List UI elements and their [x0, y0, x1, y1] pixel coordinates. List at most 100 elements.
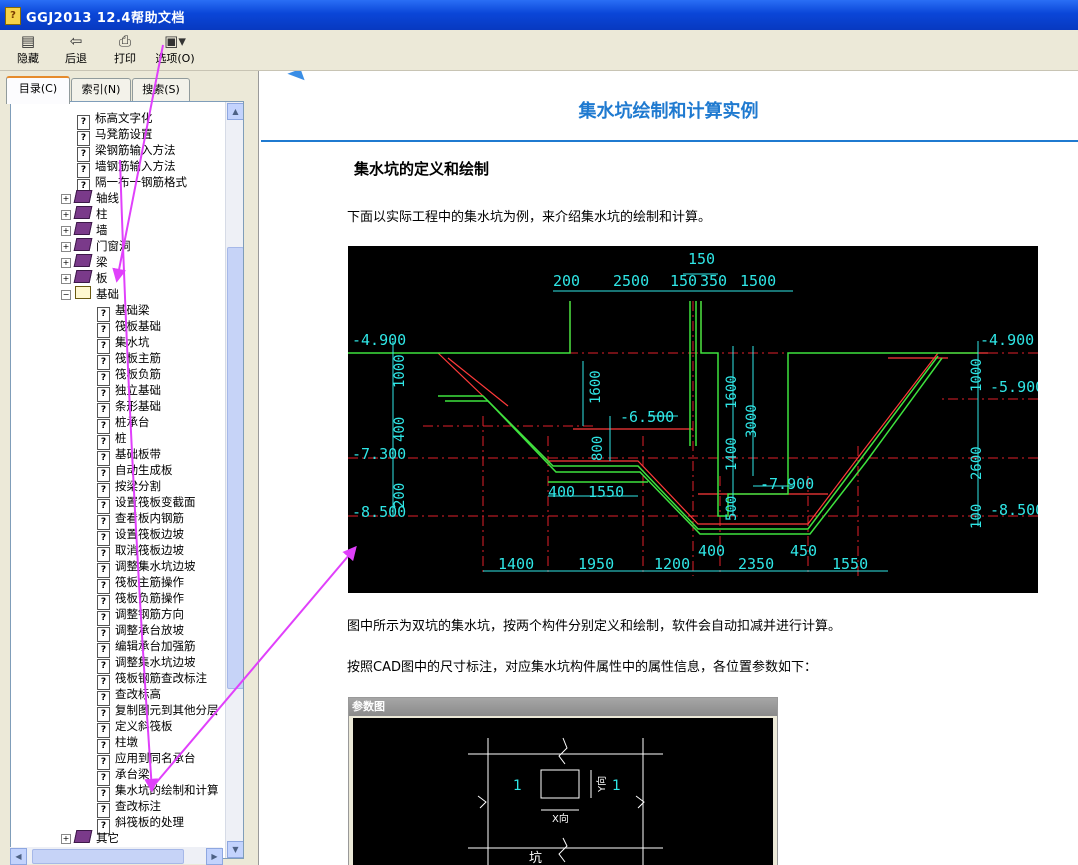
- cad-level-label: -7.900: [760, 475, 814, 493]
- printer-icon: ⎙: [118, 32, 131, 50]
- cad-labels: 150 200 2500 150 350 1500 -4.900 -7.300 …: [352, 250, 1044, 573]
- cad-dim-label: 200: [553, 272, 580, 290]
- expand-icon[interactable]: +: [61, 210, 71, 220]
- cad-level-label: -7.300: [352, 445, 406, 463]
- tree-item[interactable]: ? 查看板内钢筋: [97, 510, 184, 530]
- tab-index[interactable]: 索引(N): [71, 78, 131, 101]
- tree-item[interactable]: ? 桩承台: [97, 414, 150, 434]
- tree-item[interactable]: + 板: [61, 270, 108, 286]
- tree-item[interactable]: ? 标高文字化: [77, 110, 153, 130]
- tree-item[interactable]: ? 设置筏板边坡: [97, 526, 184, 546]
- tree-item[interactable]: ? 取消筏板边坡: [97, 542, 184, 562]
- tree-item[interactable]: ? 调整集水坑边坡: [97, 654, 196, 674]
- tree-item[interactable]: ? 设置筏板变截面: [97, 494, 196, 514]
- expand-icon[interactable]: +: [61, 194, 71, 204]
- tree-item[interactable]: ? 柱墩: [97, 734, 138, 754]
- expand-icon[interactable]: +: [61, 834, 71, 844]
- tree-item-label: 板: [96, 271, 108, 285]
- tree-item-label: 筏板主筋操作: [115, 575, 184, 589]
- print-button[interactable]: ⎙ 打印: [103, 32, 147, 68]
- tree-item[interactable]: ? 隔一布一钢筋格式: [77, 174, 187, 194]
- tab-search[interactable]: 搜索(S): [132, 78, 190, 101]
- tree-item[interactable]: ? 斜筏板的处理: [97, 814, 184, 834]
- cad-vdim-label: 1600: [588, 370, 604, 404]
- tree-item[interactable]: ? 集水坑的绘制和计算: [97, 782, 219, 802]
- expand-icon[interactable]: +: [61, 258, 71, 268]
- tree-item-label: 集水坑的绘制和计算: [115, 783, 219, 797]
- tree-item-label: 调整钢筋方向: [115, 607, 184, 621]
- toolbar: ▤ 隐藏 ⇦ 后退 ⎙ 打印 ▣▾ 选项(O): [0, 30, 1078, 71]
- tree-item-label: 调整集水坑边坡: [115, 559, 196, 573]
- tree-item[interactable]: ? 筏板主筋: [97, 350, 161, 370]
- tree-item[interactable]: + 墙: [61, 222, 108, 238]
- tree-item[interactable]: ? 调整承台放坡: [97, 622, 184, 642]
- tree-item-label: 定义斜筏板: [115, 719, 173, 733]
- tree-item-label: 门窗洞: [96, 239, 131, 253]
- tree-item[interactable]: ? 筏板负筋: [97, 366, 161, 386]
- options-icon: ▣▾: [164, 32, 186, 50]
- tree-item[interactable]: + 其它: [61, 830, 119, 846]
- x-direction-label: X向: [552, 812, 569, 825]
- tree-item[interactable]: ? 调整钢筋方向: [97, 606, 184, 626]
- tree-item[interactable]: ? 承台梁: [97, 766, 150, 786]
- parameter-diagram-svg: 1 1 X向 Y向 坑: [468, 737, 663, 865]
- tree-item[interactable]: ? 集水坑: [97, 334, 150, 354]
- tree-horizontal-scrollbar[interactable]: ◀ ▶: [10, 847, 223, 865]
- tree-item[interactable]: ? 按梁分割: [97, 478, 161, 498]
- tree-item-label: 取消筏板边坡: [115, 543, 184, 557]
- tree-item[interactable]: ? 基础板带: [97, 446, 161, 466]
- tree-item[interactable]: ? 筏板基础: [97, 318, 161, 338]
- scroll-right-icon[interactable]: ▶: [206, 848, 223, 865]
- back-button[interactable]: ⇦ 后退: [54, 32, 98, 68]
- tree-item[interactable]: + 门窗洞: [61, 238, 131, 254]
- scroll-down-icon[interactable]: ▼: [227, 841, 243, 858]
- scroll-up-icon[interactable]: ▲: [227, 103, 243, 120]
- tree-item[interactable]: ? 调整集水坑边坡: [97, 558, 196, 578]
- tree-item-label: 标高文字化: [95, 111, 153, 125]
- tree-item[interactable]: ? 筏板钢筋查改标注: [97, 670, 207, 690]
- tree-item[interactable]: ? 梁钢筋输入方法: [77, 142, 176, 162]
- tree-item[interactable]: ? 墙钢筋输入方法: [77, 158, 176, 178]
- tree-item[interactable]: ? 查改标注: [97, 798, 161, 818]
- description-paragraph-2: 按照CAD图中的尺寸标注，对应集水坑构件属性中的属性信息，各位置参数如下：: [347, 660, 817, 675]
- hide-button[interactable]: ▤ 隐藏: [6, 32, 50, 68]
- tree-item[interactable]: ? 复制图元到其他分层: [97, 702, 219, 722]
- tree-item[interactable]: ? 马凳筋设置: [77, 126, 153, 146]
- tree-item[interactable]: ? 基础梁: [97, 302, 150, 322]
- tree-item[interactable]: + 梁: [61, 254, 108, 270]
- expand-icon[interactable]: +: [61, 274, 71, 284]
- cad-vdim-label: 800: [590, 436, 606, 461]
- tree-item[interactable]: ? 编辑承台加强筋: [97, 638, 196, 658]
- tab-contents[interactable]: 目录(C): [6, 76, 70, 104]
- tree-item-label: 集水坑: [115, 335, 150, 349]
- tree-item[interactable]: ? 自动生成板: [97, 462, 173, 482]
- cad-drawing: 150 200 2500 150 350 1500 -4.900 -7.300 …: [348, 246, 1044, 593]
- tree-item-label: 柱: [96, 207, 108, 221]
- tree-item[interactable]: − 基础: [61, 286, 119, 302]
- tree-item-label: 条形基础: [115, 399, 161, 413]
- tree-item[interactable]: ? 应用到同名承台: [97, 750, 196, 770]
- tree-item[interactable]: + 柱: [61, 206, 108, 222]
- parameter-diagram-title: 参数图: [349, 698, 777, 716]
- tree-item[interactable]: ? 查改标高: [97, 686, 161, 706]
- tree-item[interactable]: ? 定义斜筏板: [97, 718, 173, 738]
- tree-item[interactable]: ? 筏板主筋操作: [97, 574, 184, 594]
- scroll-thumb[interactable]: [227, 247, 243, 689]
- cad-dim-label: 350: [700, 272, 727, 290]
- section-1-right-label: 1: [612, 778, 621, 794]
- tree-item[interactable]: ? 独立基础: [97, 382, 161, 402]
- collapse-icon[interactable]: −: [61, 290, 71, 300]
- expand-icon[interactable]: +: [61, 242, 71, 252]
- horizontal-scroll-thumb[interactable]: [32, 849, 184, 864]
- tree-item[interactable]: ? 条形基础: [97, 398, 161, 418]
- expand-icon[interactable]: +: [61, 226, 71, 236]
- tree-vertical-scrollbar[interactable]: ▲ ▼: [225, 102, 243, 858]
- tree-item[interactable]: + 轴线: [61, 190, 119, 206]
- cad-dim-label: 1950: [578, 555, 614, 573]
- tree-item[interactable]: ? 筏板负筋操作: [97, 590, 184, 610]
- tree-item-label: 自动生成板: [115, 463, 173, 477]
- cad-vdim-label: 200: [392, 483, 408, 508]
- scroll-left-icon[interactable]: ◀: [10, 848, 27, 865]
- tree-item[interactable]: ? 桩: [97, 430, 127, 450]
- options-button[interactable]: ▣▾ 选项(O): [150, 32, 200, 68]
